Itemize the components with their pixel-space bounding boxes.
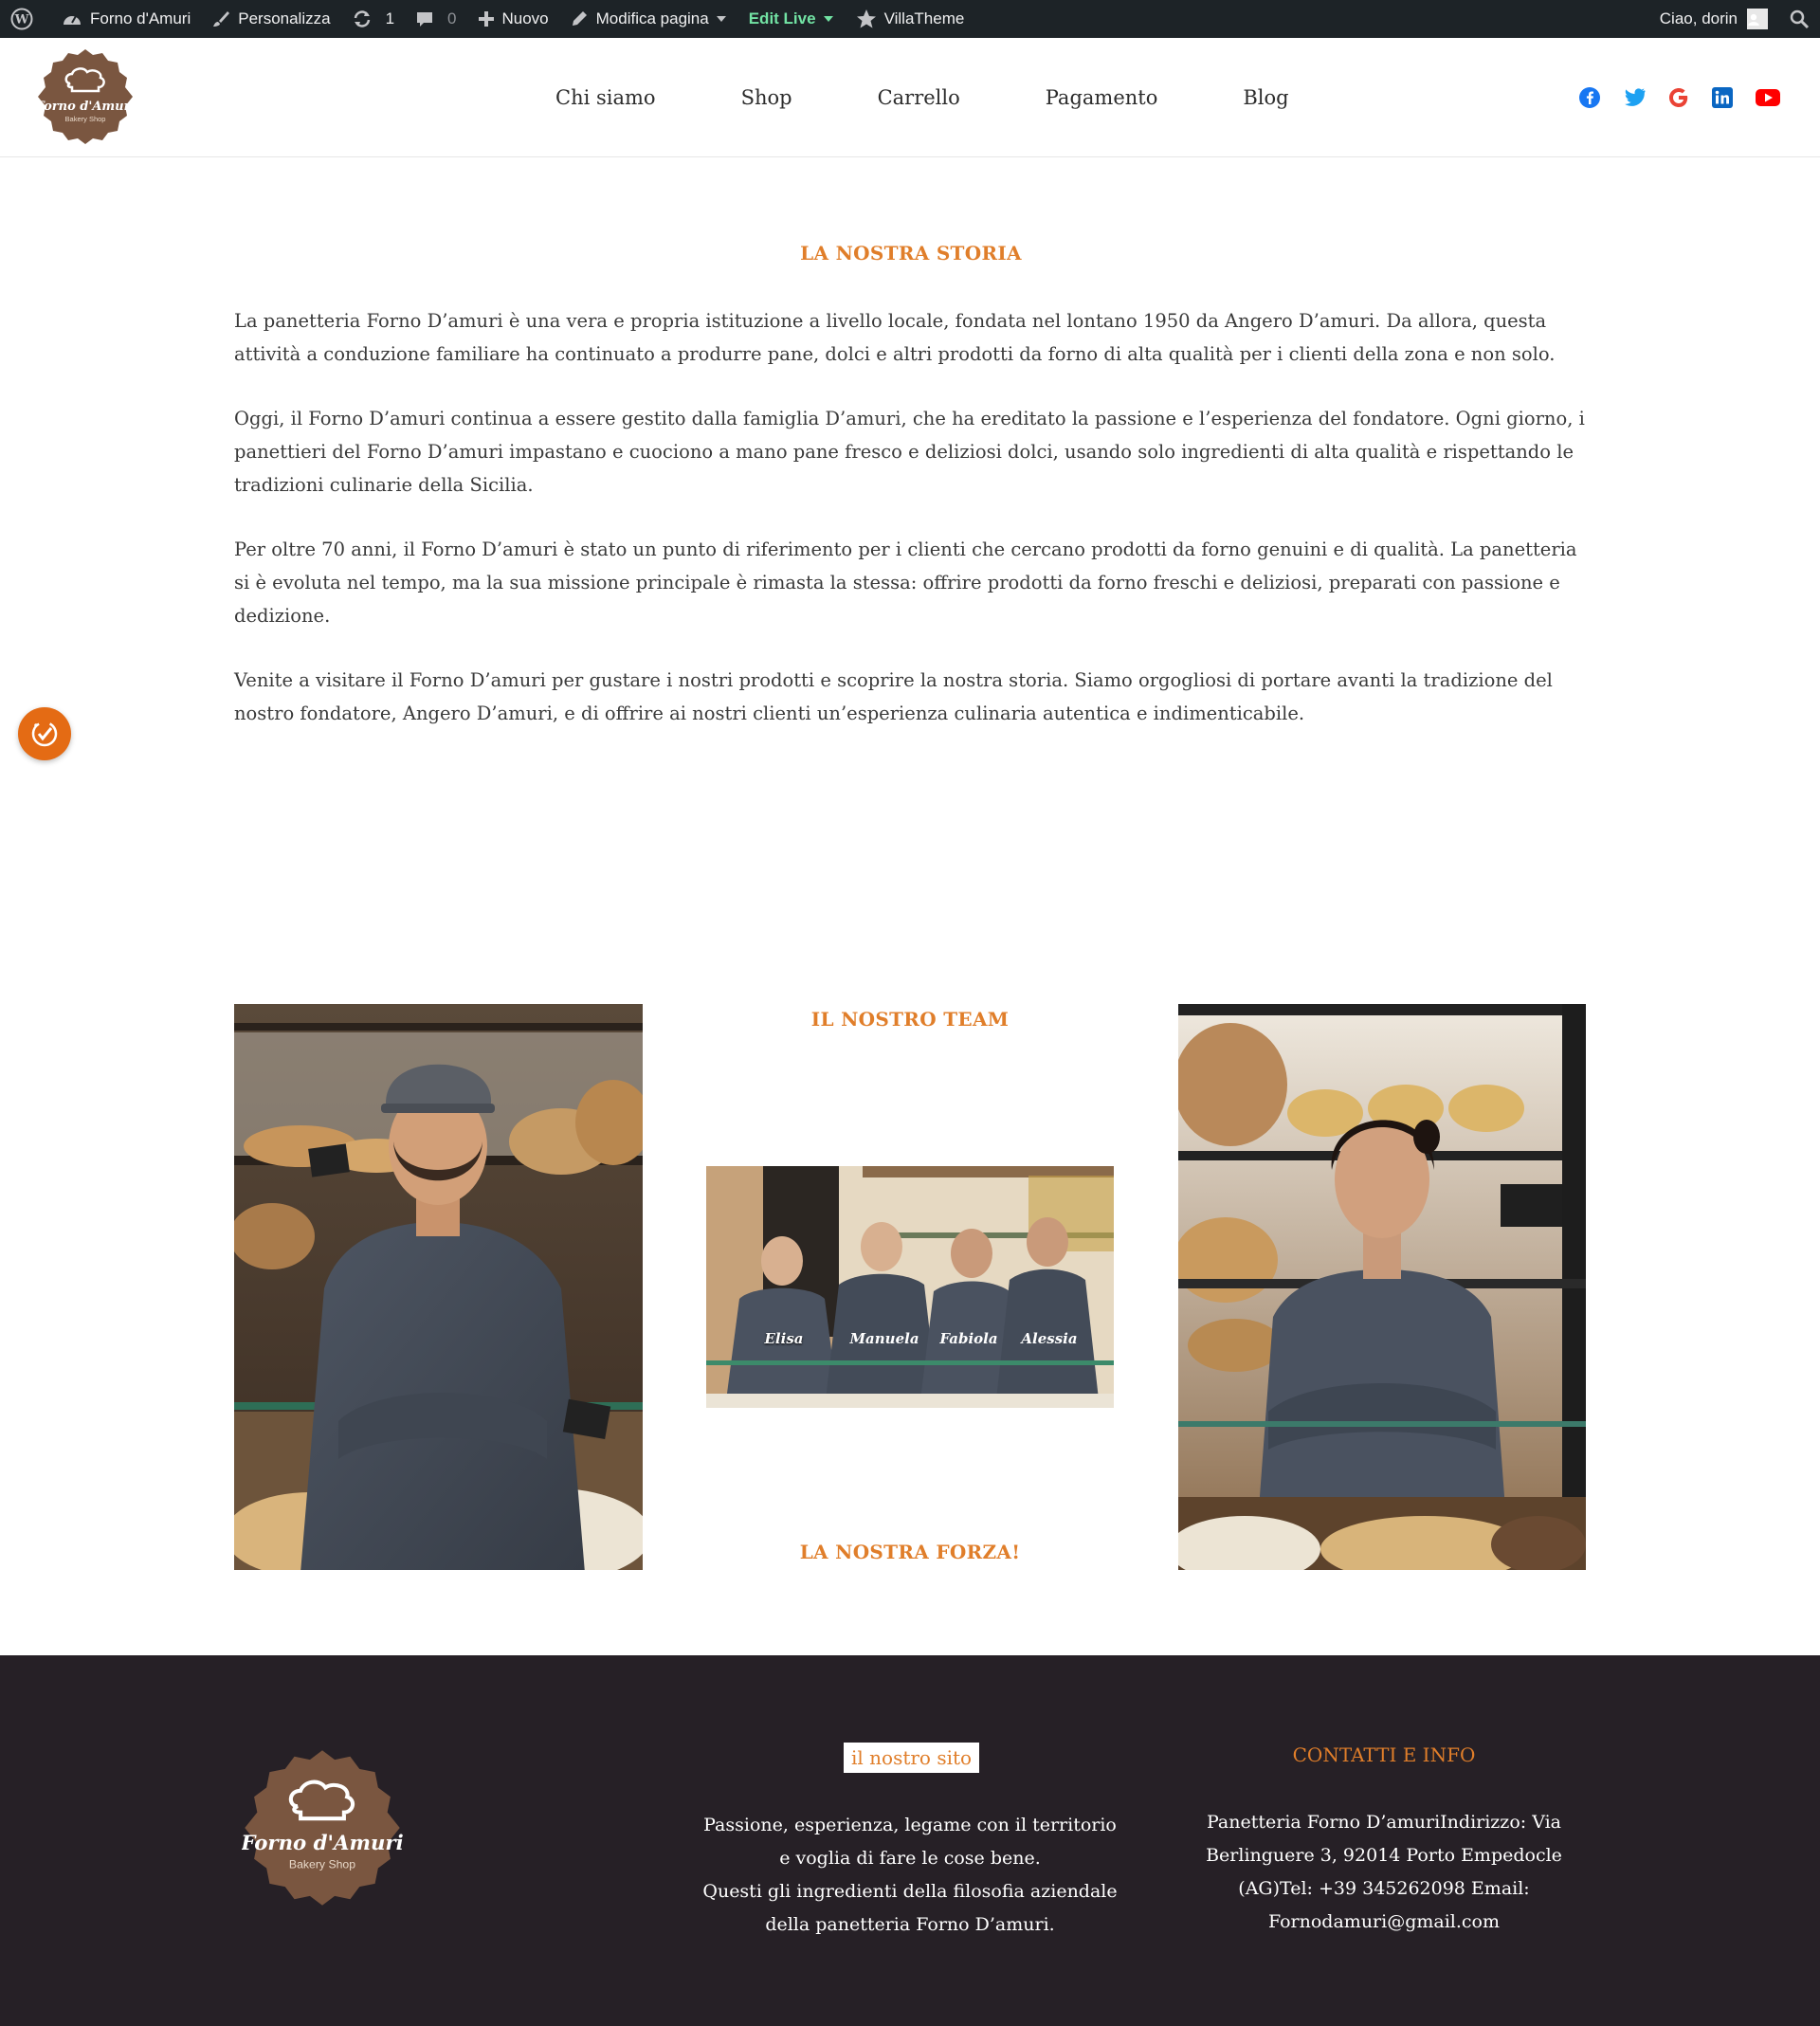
youtube-icon[interactable] <box>1756 88 1780 107</box>
edit-live-label: Edit Live <box>748 9 816 27</box>
footer-site-heading: il nostro sito <box>844 1743 980 1773</box>
edit-live-link[interactable]: Edit Live <box>738 0 846 38</box>
team-group-photo: Elisa Manuela Fabiola Alessia <box>706 1166 1114 1408</box>
twitter-icon[interactable] <box>1623 88 1646 107</box>
admin-bar: W Forno d'Amuri Personalizza 1 0 Nuovo M… <box>0 0 1820 38</box>
team-member-name: Alessia <box>1019 1330 1077 1347</box>
linkedin-icon[interactable] <box>1712 87 1733 108</box>
comments-count: 0 <box>447 9 457 27</box>
contact-info: Panetteria Forno D’amuriIndirizzo: Via B… <box>1206 1812 1562 1932</box>
nav-pagamento[interactable]: Pagamento <box>1046 86 1158 109</box>
user-avatar-icon <box>1748 13 1759 26</box>
footer-logo[interactable]: Forno d'Amuri Bakery Shop <box>240 1747 404 1908</box>
site-footer: Forno d'Amuri Bakery Shop il nostro sito… <box>0 1655 1820 2026</box>
nav-carrello[interactable]: Carrello <box>878 86 960 109</box>
villatheme-link[interactable]: VillaTheme <box>846 0 975 38</box>
logo-title: Forno d'Amuri <box>36 100 135 114</box>
team-member-name: Elisa <box>764 1330 804 1347</box>
wordpress-icon: W <box>10 8 33 30</box>
comment-icon <box>417 12 433 27</box>
site-logo[interactable]: Forno d'Amuri Bakery Shop <box>35 47 135 146</box>
search-icon <box>1790 9 1810 29</box>
accessibility-check-icon <box>31 721 58 747</box>
baker-man-photo <box>234 1004 643 1570</box>
baker-woman-photo <box>1178 1004 1586 1570</box>
team-member-name: Fabiola <box>938 1330 997 1347</box>
facebook-icon[interactable] <box>1579 87 1600 108</box>
star-icon <box>856 9 876 28</box>
admin-search-button[interactable] <box>1778 0 1820 38</box>
svg-text:W: W <box>14 13 29 27</box>
caret-down-icon <box>716 16 726 22</box>
footer-logo-title: Forno d'Amuri <box>242 1832 403 1855</box>
footer-logo-subtitle: Bakery Shop <box>289 1858 355 1871</box>
story-paragraph: Oggi, il Forno D’amuri continua a essere… <box>234 408 1585 496</box>
nav-shop[interactable]: Shop <box>741 86 792 109</box>
main-nav: Chi siamo Shop Carrello Pagamento Blog <box>555 38 1374 157</box>
logo-badge: Forno d'Amuri Bakery Shop <box>35 49 135 144</box>
footer-description-line: Questi gli ingredienti della filosofia a… <box>702 1881 1118 1935</box>
brush-icon <box>213 11 230 27</box>
customize-label: Personalizza <box>238 9 331 27</box>
footer-logo-badge: Forno d'Amuri Bakery Shop <box>240 1750 404 1906</box>
nav-chi-siamo[interactable]: Chi siamo <box>555 86 656 109</box>
story-paragraph: La panetteria Forno D’amuri è una vera e… <box>234 310 1556 365</box>
updates-icon <box>354 10 370 27</box>
comments-link[interactable]: 0 <box>405 0 466 38</box>
site-header: Forno d'Amuri Bakery Shop Chi siamo Shop… <box>0 38 1820 157</box>
accessibility-button[interactable] <box>18 707 71 760</box>
wordpress-logo-button[interactable]: W <box>0 0 51 38</box>
strength-title: LA NOSTRA FORZA! <box>799 1541 1021 1563</box>
logo-subtitle: Bakery Shop <box>65 115 106 123</box>
pencil-icon <box>572 11 587 26</box>
contact-title: CONTATTI E INFO <box>1292 1743 1476 1766</box>
avatar <box>1747 9 1768 29</box>
my-account-link[interactable]: Ciao, dorin <box>1649 0 1778 38</box>
site-name-link[interactable]: Forno d'Amuri <box>51 0 201 38</box>
new-content-link[interactable]: Nuovo <box>467 0 559 38</box>
updates-count: 1 <box>385 9 395 27</box>
story-section: LA NOSTRA STORIA La panetteria Forno D’a… <box>234 242 1588 730</box>
story-title: LA NOSTRA STORIA <box>800 242 1022 265</box>
updates-link[interactable]: 1 <box>341 0 405 38</box>
caret-down-icon <box>823 16 833 22</box>
edit-page-label: Modifica pagina <box>595 9 709 27</box>
story-paragraph: Per oltre 70 anni, il Forno D’amuri è st… <box>234 538 1577 627</box>
nav-blog[interactable]: Blog <box>1243 86 1288 109</box>
new-label: Nuovo <box>501 9 549 27</box>
plus-icon <box>478 11 494 27</box>
customize-link[interactable]: Personalizza <box>201 0 340 38</box>
dashboard-icon <box>64 15 81 25</box>
team-member-name: Manuela <box>848 1330 919 1347</box>
greeting: Ciao, dorin <box>1659 9 1738 27</box>
footer-description: Passione, esperienza, legame con il terr… <box>701 1809 1119 1942</box>
villatheme-label: VillaTheme <box>883 9 965 27</box>
edit-page-link[interactable]: Modifica pagina <box>559 0 738 38</box>
site-name: Forno d'Amuri <box>90 9 191 27</box>
team-title: IL NOSTRO TEAM <box>810 1008 1010 1031</box>
google-icon[interactable] <box>1668 87 1689 108</box>
social-links <box>1556 38 1780 157</box>
story-paragraph: Venite a visitare il Forno D’amuri per g… <box>234 669 1553 724</box>
footer-description-line: Passione, esperienza, legame con il terr… <box>703 1815 1117 1869</box>
